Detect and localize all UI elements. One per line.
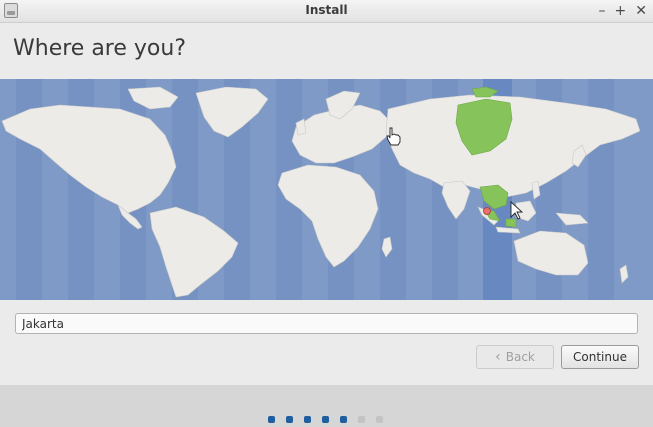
title-bar: Install – + ✕ (0, 0, 653, 23)
location-marker-icon (483, 207, 491, 215)
minimize-icon[interactable]: – (599, 1, 606, 21)
progress-step-dot (304, 416, 311, 423)
continue-button-label: Continue (573, 350, 627, 364)
progress-step-dot (340, 416, 347, 423)
window-title: Install (305, 3, 348, 17)
location-field[interactable] (15, 313, 638, 334)
australia (513, 230, 589, 276)
greenland (195, 86, 269, 138)
page-title: Where are you? (13, 36, 186, 61)
back-button[interactable]: ‹ Back (476, 345, 554, 369)
progress-step-dot (322, 416, 329, 423)
continue-button[interactable]: Continue (561, 345, 639, 369)
close-icon[interactable]: ✕ (635, 1, 647, 21)
new-zealand (619, 264, 629, 284)
timezone-map[interactable] (0, 79, 653, 300)
maximize-icon[interactable]: + (615, 1, 627, 21)
chevron-left-icon: ‹ (495, 349, 501, 365)
window-controls: – + ✕ (599, 1, 647, 21)
progress-step-dot (286, 416, 293, 423)
progress-indicator (268, 416, 383, 423)
progress-step-dot (268, 416, 275, 423)
java (495, 226, 521, 234)
back-button-label: Back (505, 350, 535, 364)
progress-step-dot (358, 416, 365, 423)
progress-step-dot (376, 416, 383, 423)
world-map[interactable] (0, 79, 653, 300)
